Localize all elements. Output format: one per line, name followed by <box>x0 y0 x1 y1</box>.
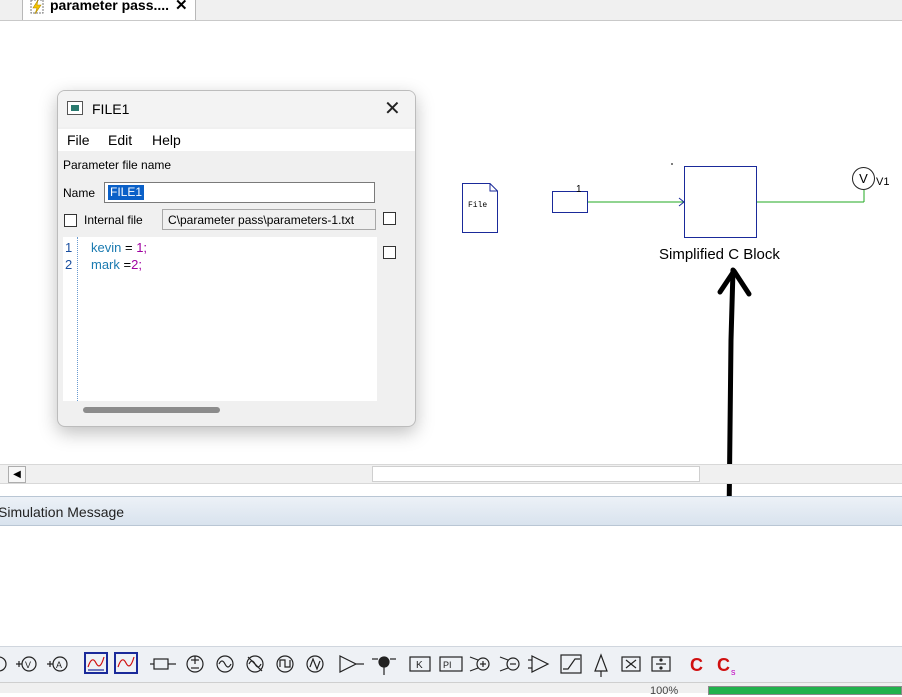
internal-file-checkbox[interactable] <box>64 214 77 227</box>
amplifier-tool[interactable] <box>336 650 366 678</box>
path-checkbox[interactable] <box>383 212 396 225</box>
square-source-tool[interactable] <box>271 650 299 678</box>
canvas-horizontal-scrollbar[interactable]: ◀ <box>0 464 902 484</box>
name-input[interactable]: FILE1 <box>104 182 375 203</box>
simulation-message-body <box>0 526 902 646</box>
summer-2-tool[interactable] <box>498 650 526 678</box>
file-block-label: File <box>468 201 488 210</box>
simplified-c-block-tool[interactable] <box>712 650 742 678</box>
comparator-tool[interactable] <box>527 650 555 678</box>
dialog-title: FILE1 <box>92 101 130 117</box>
file-path-field[interactable]: C\parameter pass\parameters-1.txt <box>162 209 376 230</box>
scroll-left-button[interactable]: ◀ <box>8 466 26 483</box>
scope-2-tool[interactable] <box>112 650 140 678</box>
multiplier-tool[interactable] <box>618 650 644 678</box>
code-identifier: kevin <box>91 240 122 255</box>
c-block-label: Simplified C Block <box>659 246 780 263</box>
gain-tool[interactable] <box>407 650 433 678</box>
code-semicolon: ; <box>138 257 142 272</box>
menu-edit[interactable]: Edit <box>108 132 132 148</box>
voltmeter-tool[interactable] <box>16 650 44 678</box>
triangle-tool[interactable] <box>589 650 615 678</box>
dialog-menu-bar: File Edit Help <box>58 129 415 151</box>
editor-horizontal-scrollbar[interactable] <box>83 407 220 413</box>
zoom-level: 100% <box>650 685 679 697</box>
code-line: mark =2; <box>91 257 142 272</box>
code-semicolon: ; <box>143 240 148 255</box>
code-line: kevin = 1; <box>91 240 147 255</box>
line-number: 1 <box>65 240 73 255</box>
file-parameter-dialog: FILE1 ✕ File Edit Help Parameter file na… <box>57 90 416 427</box>
ac-source-tool[interactable] <box>211 650 239 678</box>
name-input-value: FILE1 <box>108 185 145 200</box>
menu-help[interactable]: Help <box>152 132 181 148</box>
constant-value: 1 <box>576 184 582 195</box>
element-toolbar: V A K PI C C s <box>0 646 902 683</box>
voltmeter-v1[interactable]: V <box>852 167 875 190</box>
pulse-source-tool[interactable] <box>301 650 329 678</box>
code-identifier: mark <box>91 257 120 272</box>
scope-tool[interactable] <box>82 650 110 678</box>
code-editor[interactable]: 1 2 kevin = 1; mark =2; <box>63 237 377 401</box>
limiter-tool[interactable] <box>558 650 586 678</box>
progress-bar <box>708 686 902 695</box>
probe-tool[interactable] <box>369 650 399 678</box>
editor-checkbox[interactable] <box>383 246 396 259</box>
code-operator: = <box>121 240 137 255</box>
close-icon[interactable]: ✕ <box>384 96 401 121</box>
constant-block[interactable]: 1 <box>552 184 588 213</box>
internal-file-label: Internal file <box>84 213 143 227</box>
line-number: 2 <box>65 257 73 272</box>
simplified-c-block[interactable] <box>684 166 757 238</box>
file-block[interactable]: File <box>462 183 498 233</box>
progress-fill <box>709 687 901 694</box>
pi-controller-tool[interactable] <box>437 650 465 678</box>
parameter-file-label: Parameter file name <box>63 158 172 172</box>
anchor-dot <box>671 163 673 165</box>
window-icon <box>67 101 83 115</box>
divider-tool[interactable] <box>648 650 674 678</box>
triangle-left-icon: ◀ <box>13 469 21 480</box>
sine-source-tool[interactable] <box>241 650 269 678</box>
dialog-title-bar[interactable]: FILE1 ✕ <box>58 91 415 127</box>
menu-file[interactable]: File <box>67 132 90 148</box>
code-operator: = <box>119 257 132 272</box>
dc-source-tool[interactable] <box>181 650 209 678</box>
voltmeter-symbol: V <box>859 171 868 186</box>
simulation-message-header: Simulation Message <box>0 496 902 526</box>
ammeter-tool[interactable] <box>46 650 74 678</box>
name-label: Name <box>63 186 96 200</box>
simulation-message-title: Simulation Message <box>0 504 125 520</box>
resistor-tool[interactable] <box>148 650 178 678</box>
scroll-thumb[interactable] <box>372 466 700 482</box>
c-block-tool[interactable] <box>684 650 710 678</box>
summer-tool[interactable] <box>468 650 496 678</box>
status-bar: 100% <box>0 682 902 697</box>
voltmeter-label: V1 <box>876 176 890 188</box>
